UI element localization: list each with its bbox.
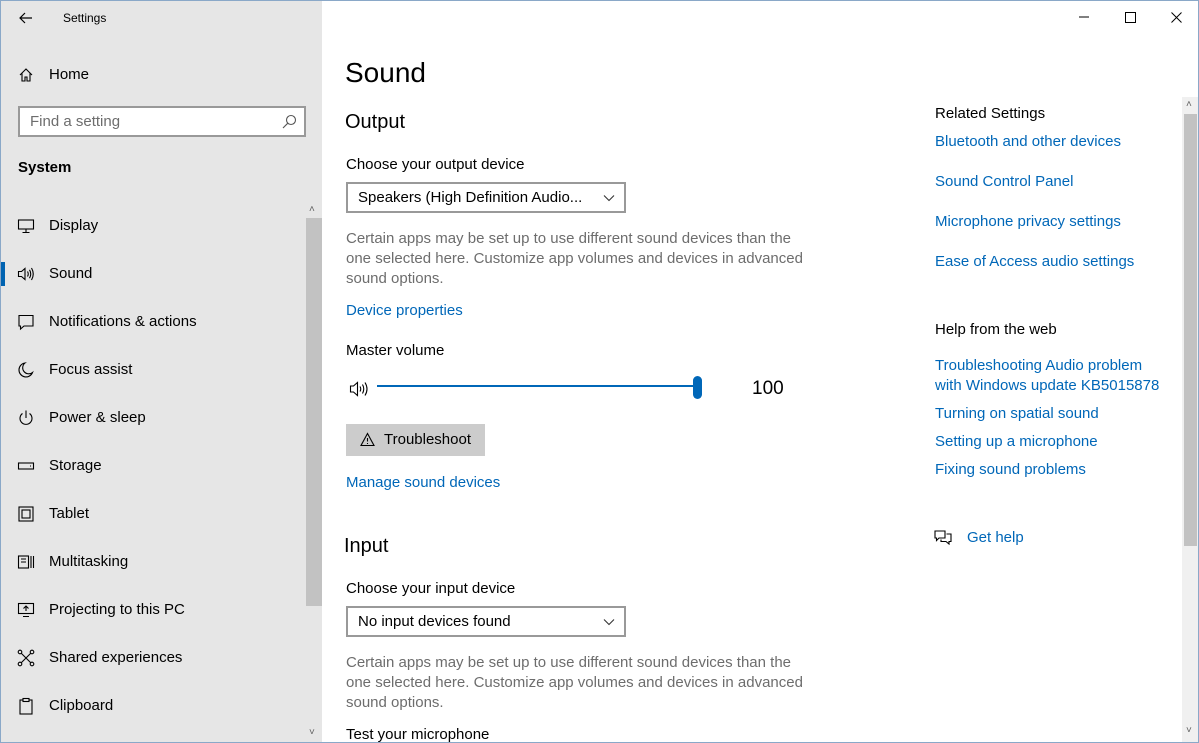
sidebar-item-home[interactable]: Home (1, 57, 322, 93)
home-icon (19, 68, 33, 82)
scroll-up-arrow-icon[interactable]: ˄ (1186, 99, 1192, 110)
input-device-value: No input devices found (358, 613, 511, 630)
related-settings-heading: Related Settings (935, 105, 1046, 122)
sidebar-item-storage[interactable]: Storage (1, 442, 306, 490)
sidebar-item-label: Multitasking (49, 553, 129, 570)
sidebar-item-projecting[interactable]: Projecting to this PC (1, 586, 306, 634)
related-link-ease-of-access[interactable]: Ease of Access audio settings (935, 252, 1165, 272)
page-title: Sound (345, 57, 426, 88)
sidebar-item-multitasking[interactable]: Multitasking (1, 538, 306, 586)
output-description: Certain apps may be set up to use differ… (346, 230, 803, 287)
get-help-icon[interactable] (934, 529, 952, 545)
section-label-system: System (18, 159, 72, 176)
scroll-up-arrow-icon[interactable]: ˄ (309, 204, 315, 215)
help-heading: Help from the web (935, 321, 1057, 338)
master-volume-slider[interactable] (377, 374, 703, 400)
shared-icon (17, 649, 35, 667)
sidebar-item-focus-assist[interactable]: Focus assist (1, 346, 306, 394)
projecting-icon (17, 602, 35, 618)
sidebar-item-label: Power & sleep (49, 409, 146, 426)
sidebar-item-label: Clipboard (49, 697, 114, 714)
output-heading: Output (345, 111, 406, 133)
sidebar-item-label: Storage (49, 457, 102, 474)
output-device-value: Speakers (High Definition Audio... (358, 189, 583, 206)
maximize-button[interactable] (1107, 1, 1153, 33)
help-link-setting-up-microphone[interactable]: Setting up a microphone (935, 432, 1165, 452)
related-link-bluetooth[interactable]: Bluetooth and other devices (935, 132, 1165, 152)
minimize-button[interactable] (1061, 1, 1107, 33)
warning-icon (360, 432, 375, 447)
main-scroll-thumb[interactable] (1184, 114, 1197, 546)
main-scrollbar[interactable]: ˄ ˅ (1182, 97, 1198, 742)
sidebar-item-notifications[interactable]: Notifications & actions (1, 298, 306, 346)
sidebar: Settings Home System Display (1, 1, 322, 742)
volume-speaker-icon[interactable] (349, 380, 371, 398)
maximize-icon (1124, 11, 1136, 23)
input-device-label: Choose your input device (346, 580, 516, 597)
sidebar-scroll-thumb[interactable] (306, 218, 322, 606)
scroll-down-arrow-icon[interactable]: ˅ (309, 727, 315, 738)
troubleshoot-button[interactable]: Troubleshoot (346, 424, 485, 456)
clipboard-icon (19, 697, 33, 715)
help-link-spatial-sound[interactable]: Turning on spatial sound (935, 404, 1165, 424)
volume-slider-track (377, 385, 695, 387)
back-button[interactable] (11, 5, 41, 31)
settings-window: Settings Home System Display (0, 0, 1199, 743)
sidebar-item-label: Tablet (49, 505, 90, 522)
chevron-down-icon (603, 195, 615, 202)
output-device-dropdown[interactable]: Speakers (High Definition Audio... (346, 182, 626, 213)
display-icon (17, 219, 35, 234)
sidebar-item-label: Sound (49, 265, 93, 282)
search-icon[interactable] (282, 114, 297, 129)
master-volume-label: Master volume (346, 342, 445, 359)
minimize-icon (1079, 16, 1089, 18)
sidebar-scrollbar[interactable]: ˄ ˅ (306, 202, 322, 742)
input-device-dropdown[interactable]: No input devices found (346, 606, 626, 637)
notifications-icon (18, 314, 34, 331)
test-microphone-label: Test your microphone (346, 726, 490, 743)
sidebar-item-label: Display (49, 217, 99, 234)
tablet-icon (18, 506, 34, 522)
chevron-down-icon (603, 619, 615, 626)
input-heading: Input (344, 535, 389, 557)
sidebar-item-label: Notifications & actions (49, 313, 197, 330)
close-icon (1170, 11, 1182, 23)
sidebar-item-label: Projecting to this PC (49, 601, 185, 618)
troubleshoot-label: Troubleshoot (384, 431, 471, 448)
scroll-down-arrow-icon[interactable]: ˅ (1186, 725, 1192, 736)
storage-icon (17, 462, 35, 470)
sidebar-item-clipboard[interactable]: Clipboard (1, 682, 306, 730)
device-properties-link[interactable]: Device properties (346, 302, 463, 319)
input-description: Certain apps may be set up to use differ… (346, 654, 803, 711)
sidebar-item-label: Shared experiences (49, 649, 183, 666)
volume-slider-thumb[interactable] (693, 376, 702, 399)
moon-icon (18, 362, 34, 378)
sidebar-nav: Display Sound Notifications & actions Fo… (1, 202, 306, 730)
sidebar-item-label: Focus assist (49, 361, 133, 378)
sidebar-item-tablet[interactable]: Tablet (1, 490, 306, 538)
sidebar-item-sound[interactable]: Sound (1, 250, 306, 298)
power-icon (19, 410, 33, 425)
get-help-link[interactable]: Get help (967, 529, 1024, 546)
home-label: Home (49, 66, 90, 83)
sidebar-item-display[interactable]: Display (1, 202, 306, 250)
help-link-fixing-sound[interactable]: Fixing sound problems (935, 460, 1165, 480)
sidebar-item-shared-experiences[interactable]: Shared experiences (1, 634, 306, 682)
search-box[interactable] (18, 106, 306, 137)
output-device-label: Choose your output device (346, 156, 525, 173)
close-button[interactable] (1153, 1, 1198, 33)
volume-value: 100 (752, 378, 784, 399)
speaker-icon (17, 267, 34, 281)
back-arrow-icon (19, 12, 32, 24)
manage-sound-devices-link[interactable]: Manage sound devices (346, 474, 500, 491)
related-link-sound-control-panel[interactable]: Sound Control Panel (935, 172, 1165, 192)
sidebar-item-power-sleep[interactable]: Power & sleep (1, 394, 306, 442)
app-title: Settings (63, 11, 107, 25)
related-link-microphone-privacy[interactable]: Microphone privacy settings (935, 212, 1165, 232)
help-link-troubleshooting-audio[interactable]: Troubleshooting Audio problem with Windo… (935, 356, 1165, 396)
search-input[interactable] (20, 108, 270, 135)
multitasking-icon (17, 555, 35, 569)
